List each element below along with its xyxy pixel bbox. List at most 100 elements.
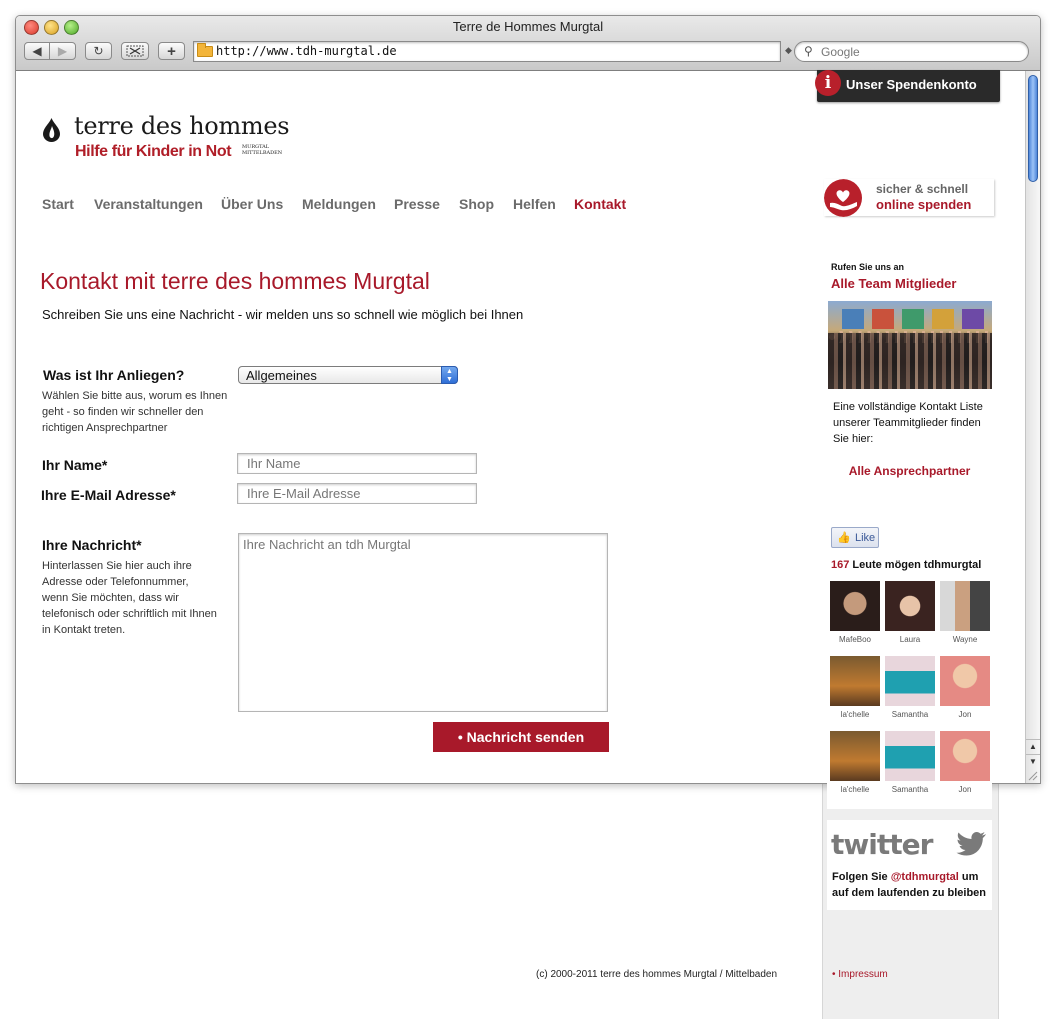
name-label: Ihr Name* xyxy=(42,457,108,473)
page-title: Kontakt mit terre des hommes Murgtal xyxy=(40,268,430,294)
facebook-like-label: Like xyxy=(855,532,876,544)
copyright-text: (c) 2000-2011 terre des hommes Murgtal /… xyxy=(536,969,778,980)
avatar xyxy=(940,656,990,706)
online-donate-button[interactable]: sicher & schnell online spenden xyxy=(824,179,994,217)
fan-name: Jon xyxy=(958,710,972,719)
team-photo-art xyxy=(842,309,864,329)
url-text: http://www.tdh-murgtal.de xyxy=(216,44,397,58)
avatar xyxy=(885,731,935,781)
twitter-follow-text: Folgen Sie @tdhmurgtal um auf dem laufen… xyxy=(832,869,992,901)
logo-region: MURGTAL MITTELBADEN xyxy=(242,144,302,156)
name-input[interactable] xyxy=(237,453,477,474)
facebook-widget: 👍 Like 167 Leute mögen tdhmurgtal MafeBo… xyxy=(827,519,992,809)
twitter-handle-link[interactable]: @tdhmurgtal xyxy=(891,871,959,883)
heart-hand-icon xyxy=(824,179,862,217)
facebook-like-text: Leute mögen tdhmurgtal xyxy=(849,559,982,571)
donation-account-button[interactable]: i Unser Spendenkonto xyxy=(815,70,1000,102)
concern-label: Was ist Ihr Anliegen? xyxy=(43,367,185,383)
nav-item-start[interactable]: Start xyxy=(42,196,74,212)
snippet-button[interactable] xyxy=(121,42,149,60)
fan-name: MafeBoo xyxy=(838,635,872,644)
reload-button[interactable]: ↻ xyxy=(85,42,112,60)
donate-top-text: sicher & schnell xyxy=(876,182,969,196)
all-contacts-link[interactable]: Alle Ansprechpartner xyxy=(822,462,997,480)
facebook-like-count: 167 Leute mögen tdhmurgtal xyxy=(831,559,981,571)
search-icon: ⚲ xyxy=(804,44,813,58)
select-arrows-icon: ▲ ▼ xyxy=(441,366,458,384)
fan-avatar[interactable]: Samantha xyxy=(885,731,935,794)
forward-button[interactable]: ▶ xyxy=(49,42,76,60)
concern-hint: Wählen Sie bitte aus, worum es Ihnen geh… xyxy=(42,390,228,434)
donation-account-label: Unser Spendenkonto xyxy=(846,77,977,92)
team-members-link[interactable]: Alle Team Mitglieder xyxy=(831,276,956,291)
message-label: Ihre Nachricht* xyxy=(42,537,142,553)
address-dropdown-icon[interactable]: ◆ xyxy=(785,45,792,56)
back-button[interactable]: ◀ xyxy=(24,42,50,60)
folder-icon xyxy=(197,43,213,57)
fan-name: Samantha xyxy=(891,785,929,794)
message-textarea[interactable] xyxy=(238,533,608,712)
nav-item-meldungen[interactable]: Meldungen xyxy=(302,196,376,212)
facebook-like-number: 167 xyxy=(831,559,850,571)
nav-item-shop[interactable]: Shop xyxy=(459,196,494,212)
nav-item-presse[interactable]: Presse xyxy=(394,196,440,212)
team-photo-art xyxy=(932,309,954,329)
scroll-thumb[interactable] xyxy=(1028,75,1038,182)
call-us-label: Rufen Sie uns an xyxy=(831,262,905,272)
fan-avatar[interactable]: la'chelle xyxy=(830,656,880,719)
avatar xyxy=(940,731,990,781)
avatar xyxy=(830,581,880,631)
fan-avatar[interactable]: Samantha xyxy=(885,656,935,719)
email-input[interactable] xyxy=(237,483,477,504)
concern-select[interactable]: Allgemeines ▲ ▼ xyxy=(238,366,458,384)
drop-icon xyxy=(43,118,60,142)
team-description: Eine vollständige Kontakt Liste unserer … xyxy=(833,401,983,445)
facebook-like-button[interactable]: 👍 Like xyxy=(831,527,879,548)
donate-bottom-text: online spenden xyxy=(876,197,972,212)
fan-avatar[interactable]: MafeBoo xyxy=(830,581,880,644)
add-bookmark-button[interactable]: + xyxy=(158,42,185,60)
email-label: Ihre E-Mail Adresse* xyxy=(41,487,176,503)
team-photo-art xyxy=(902,309,924,329)
fan-name: la'chelle xyxy=(840,785,870,794)
team-photo-art xyxy=(872,309,894,329)
scroll-down-button[interactable]: ▼ xyxy=(1026,754,1040,769)
twitter-widget: twitter Folgen Sie @tdhmurgtal um auf de… xyxy=(827,820,992,910)
impressum-link[interactable]: • Impressum xyxy=(832,969,888,980)
vertical-scrollbar[interactable]: ▲ ▼ xyxy=(1025,71,1040,783)
scroll-up-button[interactable]: ▲ xyxy=(1026,739,1040,754)
address-bar[interactable]: http://www.tdh-murgtal.de xyxy=(193,41,781,62)
team-photo[interactable] xyxy=(828,301,992,389)
toolbar: Terre de Hommes Murgtal ◀ ▶ ↻ + http://w… xyxy=(16,16,1040,71)
message-hint: Hinterlassen Sie hier auch ihre Adresse … xyxy=(42,560,217,636)
concern-select-value: Allgemeines xyxy=(246,368,317,383)
forward-arrow-icon: ▶ xyxy=(57,44,68,58)
avatar xyxy=(885,656,935,706)
twitter-logo[interactable]: twitter xyxy=(831,828,933,861)
fan-name: Jon xyxy=(958,785,972,794)
logo-wordmark: terre des hommes xyxy=(74,112,290,140)
fan-name: Laura xyxy=(899,635,921,644)
all-contacts-label: Alle Ansprechpartner xyxy=(848,464,971,478)
search-placeholder: Google xyxy=(821,45,860,59)
fan-avatar[interactable]: Jon xyxy=(940,731,990,794)
fan-avatar[interactable]: la'chelle xyxy=(830,731,880,794)
twitter-bird-icon xyxy=(956,831,986,856)
nav-item-ueber-uns[interactable]: Über Uns xyxy=(221,196,283,212)
search-field[interactable]: ⚲ Google xyxy=(794,41,1029,62)
fan-avatar[interactable]: Laura xyxy=(885,581,935,644)
nav-item-helfen[interactable]: Helfen xyxy=(513,196,556,212)
nav-item-veranstaltungen[interactable]: Veranstaltungen xyxy=(94,196,203,212)
window-title: Terre de Hommes Murgtal xyxy=(452,19,604,34)
fan-name: Wayne xyxy=(952,635,978,644)
nav-item-kontakt[interactable]: Kontakt xyxy=(574,196,626,212)
resize-grip-icon[interactable] xyxy=(1026,769,1038,781)
fan-name: la'chelle xyxy=(840,710,870,719)
logo-tagline: Hilfe für Kinder in Not xyxy=(75,143,232,160)
page-intro: Schreiben Sie uns eine Nachricht - wir m… xyxy=(42,307,524,322)
fan-avatar[interactable]: Jon xyxy=(940,656,990,719)
plus-icon: + xyxy=(167,42,176,60)
fan-avatar[interactable]: Wayne xyxy=(940,581,990,644)
send-message-button[interactable]: • Nachricht senden xyxy=(433,722,609,752)
team-photo-art xyxy=(962,309,984,329)
